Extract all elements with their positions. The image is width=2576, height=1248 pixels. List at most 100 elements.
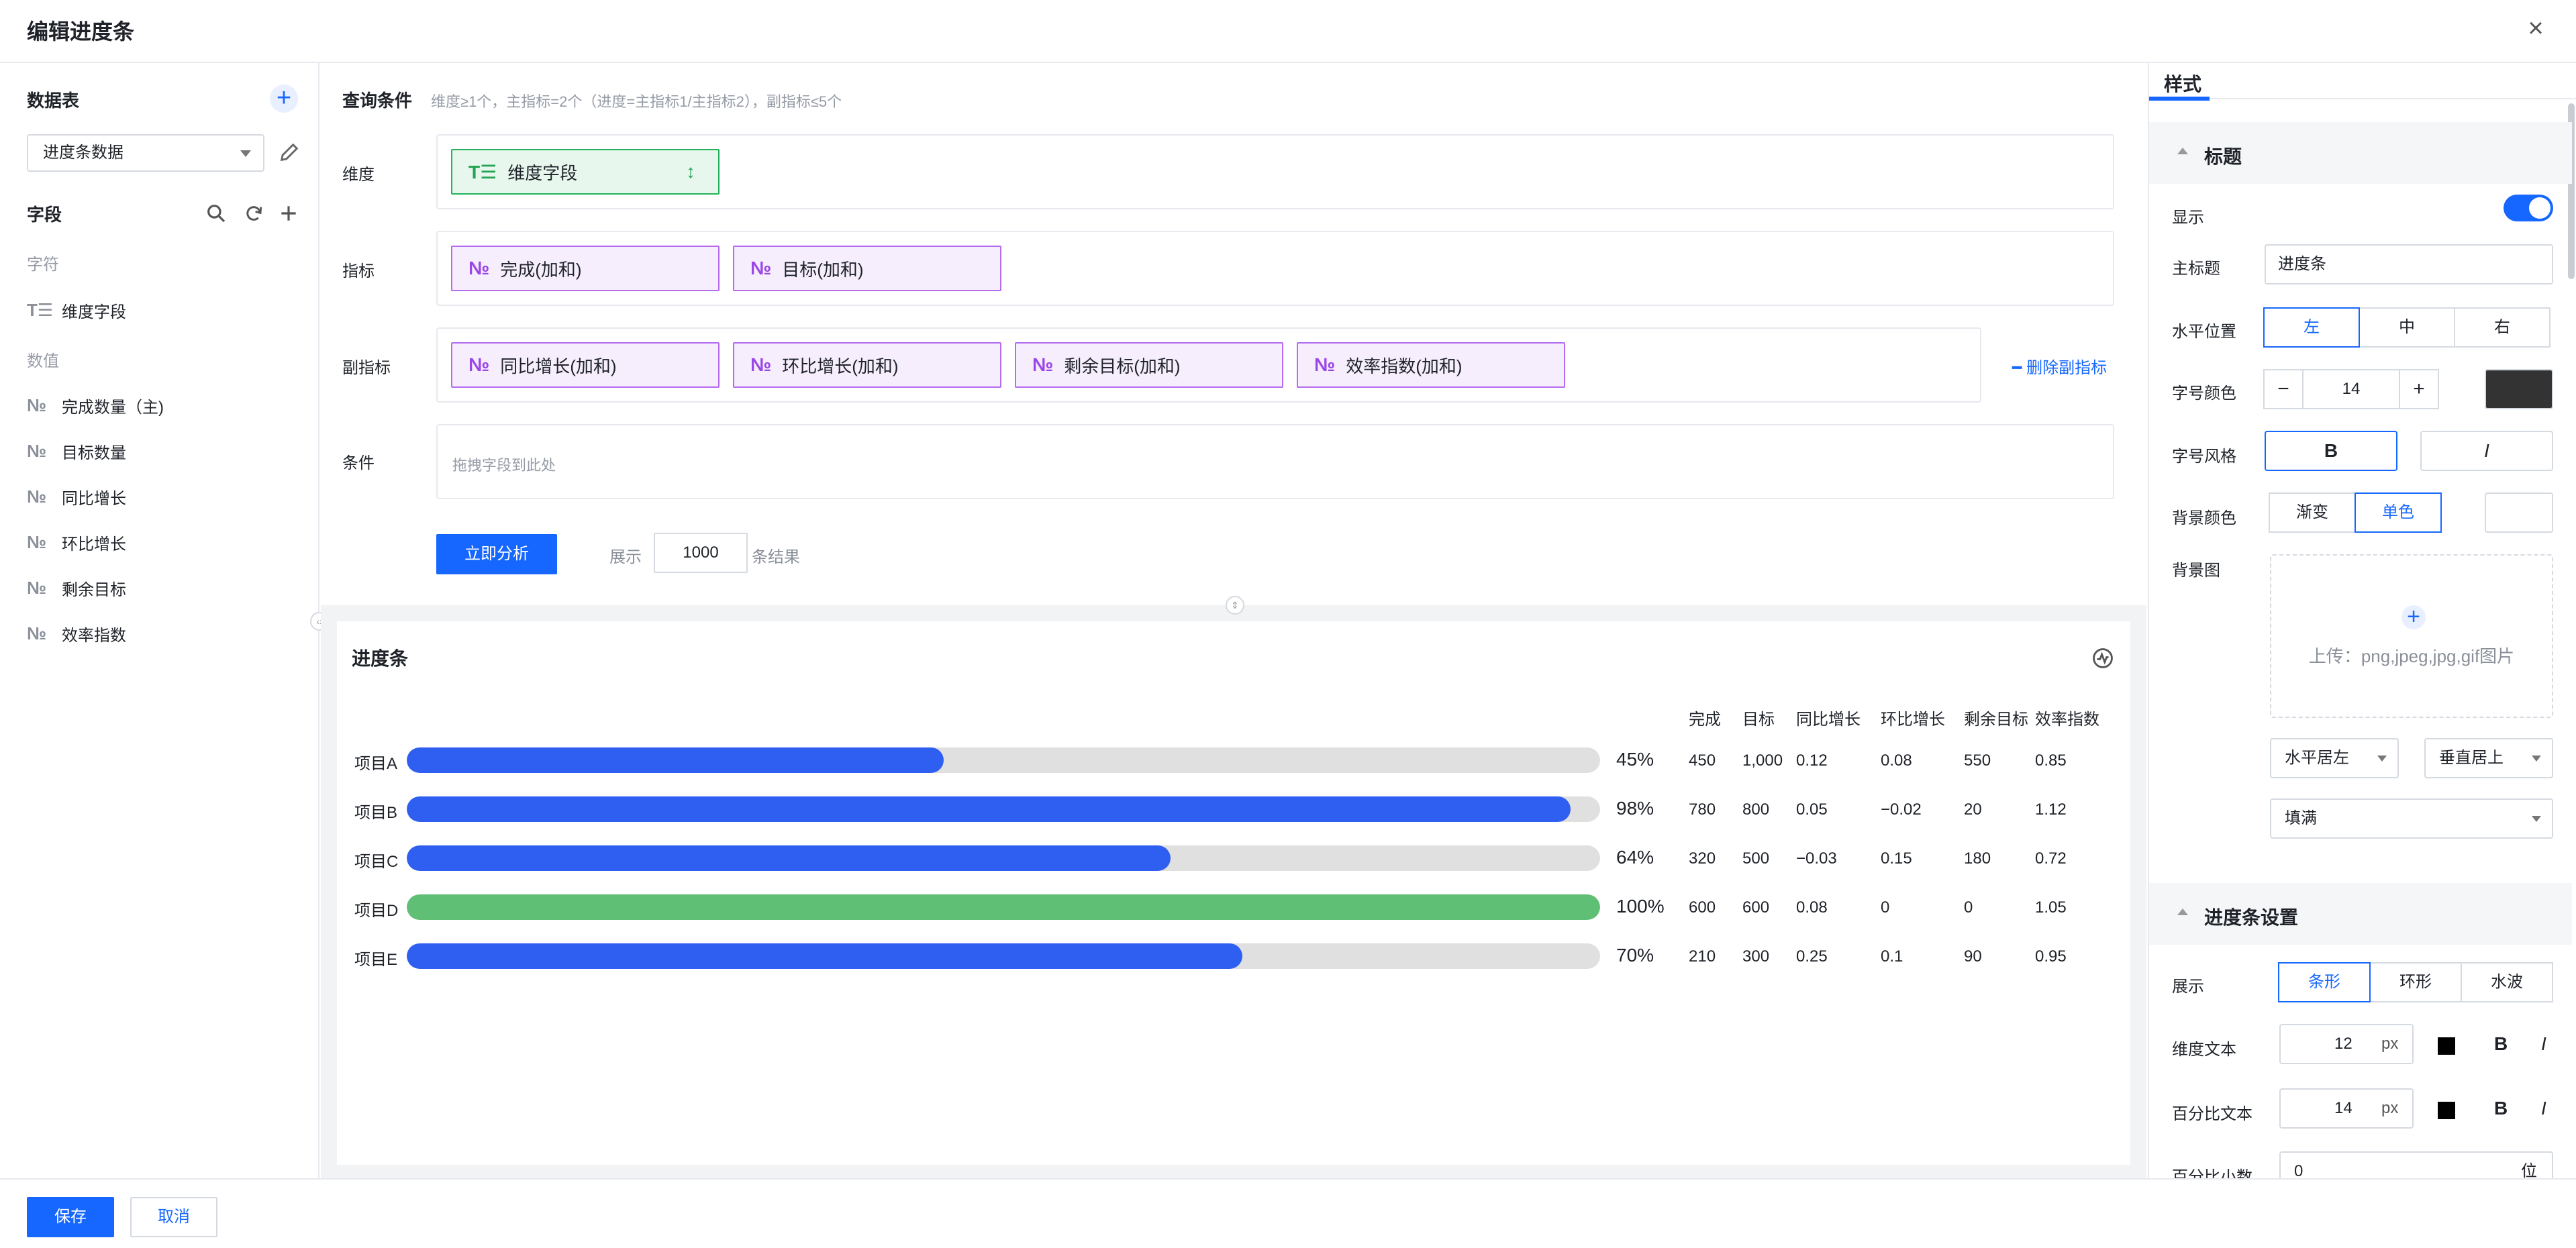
filter-dropzone[interactable]: 拖拽字段到此处: [436, 424, 2114, 499]
table-cell: 20: [1964, 800, 1982, 819]
query-panel: 查询条件 维度≥1个，主指标=2个（进度=主指标1/主指标2），副指标≤5个 维…: [321, 63, 2146, 605]
bg-color-swatch[interactable]: [2485, 492, 2553, 533]
pct-text-size-input[interactable]: 14 px: [2279, 1088, 2414, 1129]
field-item[interactable]: № 剩余目标: [27, 574, 126, 601]
table-cell: 300: [1742, 947, 1770, 966]
close-icon[interactable]: ×: [2522, 15, 2549, 42]
main-title-input[interactable]: 进度条: [2265, 244, 2553, 284]
number-type-icon: №: [750, 258, 772, 278]
align-h-value: 水平居左: [2285, 749, 2349, 767]
cancel-button[interactable]: 取消: [130, 1197, 217, 1237]
align-v-select[interactable]: 垂直居上: [2424, 738, 2553, 778]
add-field-icon[interactable]: [278, 203, 299, 224]
increase-button[interactable]: +: [2399, 369, 2439, 409]
hpos-right-option[interactable]: 右: [2454, 307, 2550, 348]
pct-text-italic-toggle[interactable]: I: [2541, 1098, 2546, 1119]
dialog-header: 编辑进度条 ×: [0, 0, 2576, 63]
dimension-dropzone[interactable]: T☰ 维度字段 ↕: [436, 134, 2114, 209]
italic-toggle[interactable]: I: [2420, 431, 2553, 471]
digit-unit: 位: [2521, 1162, 2537, 1178]
align-h-select[interactable]: 水平居左: [2270, 738, 2399, 778]
field-item[interactable]: T☰ 维度字段: [27, 297, 126, 323]
table-cell: 0.1: [1881, 947, 1903, 966]
edit-icon[interactable]: [278, 141, 301, 164]
table-cell: 90: [1964, 947, 1982, 966]
table-cell: 500: [1742, 849, 1770, 868]
pct-decimal-input[interactable]: 0 位: [2279, 1151, 2553, 1178]
progress-bar: [407, 845, 1171, 871]
table-cell: 0: [1964, 898, 1973, 917]
field-item[interactable]: № 完成数量（主): [27, 392, 164, 419]
save-button[interactable]: 保存: [27, 1197, 114, 1237]
chip-label: 效率指数(加和): [1346, 356, 1463, 376]
dataset-value: 进度条数据: [43, 144, 123, 162]
add-table-button[interactable]: +: [270, 85, 298, 113]
refresh-icon[interactable]: [243, 203, 264, 224]
field-item[interactable]: № 同比增长: [27, 483, 126, 510]
sort-icon[interactable]: ↕: [686, 161, 695, 183]
measure-dropzone[interactable]: № 完成(加和) № 目标(加和): [436, 231, 2114, 306]
decrease-button[interactable]: −: [2263, 369, 2303, 409]
display-bar-option[interactable]: 条形: [2278, 962, 2371, 1002]
table-cell: 1,000: [1742, 751, 1783, 770]
search-icon[interactable]: [205, 203, 227, 224]
group-text: 字符: [27, 256, 59, 274]
hpos-center-option[interactable]: 中: [2359, 307, 2455, 348]
title-section-header[interactable]: 标题: [2149, 122, 2572, 184]
chevron-down-icon: [2532, 756, 2541, 762]
bg-image-upload[interactable]: + 上传：png,jpeg,jpg,gif图片: [2270, 554, 2553, 718]
run-analysis-button[interactable]: 立即分析: [436, 534, 557, 574]
bg-gradient-option[interactable]: 渐变: [2269, 492, 2356, 533]
dim-text-italic-toggle[interactable]: I: [2541, 1033, 2546, 1055]
column-header: 目标: [1742, 711, 1775, 729]
display-wave-option[interactable]: 水波: [2461, 962, 2553, 1002]
result-count-input[interactable]: 1000: [654, 533, 748, 573]
canvas-area: ⇕ 进度条 完成 目标 同比增长 环比增长 剩余目标 效率指数 项目A 45% 450 1,000…: [321, 596, 2146, 1178]
tab-style[interactable]: 样式: [2164, 70, 2201, 97]
fill-mode-select[interactable]: 填满: [2270, 798, 2553, 839]
delete-sub-measure-link[interactable]: ━ 删除副指标: [2012, 354, 2107, 378]
query-title: 查询条件: [342, 91, 413, 111]
bold-toggle[interactable]: B: [2265, 431, 2397, 471]
dim-text-size-value: 12: [2334, 1035, 2352, 1053]
dim-text-bold-toggle[interactable]: B: [2494, 1033, 2508, 1055]
chart-type-icon[interactable]: [2091, 647, 2114, 670]
table-cell: 0.95: [2035, 947, 2067, 966]
chevron-down-icon: [2377, 756, 2387, 762]
progress-section-header[interactable]: 进度条设置: [2149, 883, 2572, 945]
measure-chip[interactable]: № 完成(加和): [451, 246, 720, 291]
field-item[interactable]: № 环比增长: [27, 529, 126, 556]
table-cell: 0.05: [1796, 800, 1828, 819]
table-cell: 780: [1689, 800, 1716, 819]
hpos-left-option[interactable]: 左: [2263, 307, 2360, 348]
dim-text-color-swatch[interactable]: [2438, 1037, 2455, 1055]
font-style-label: 字号风格: [2172, 448, 2236, 466]
dataset-select[interactable]: 进度条数据: [27, 134, 264, 172]
bg-solid-option[interactable]: 单色: [2355, 492, 2442, 533]
query-hint: 维度≥1个，主指标=2个（进度=主指标1/主指标2），副指标≤5个: [431, 93, 842, 110]
field-item[interactable]: № 目标数量: [27, 437, 126, 464]
dim-text-size-input[interactable]: 12 px: [2279, 1024, 2414, 1064]
pct-text-color-swatch[interactable]: [2438, 1102, 2455, 1119]
table-cell: −0.03: [1796, 849, 1837, 868]
show-title-toggle[interactable]: [2504, 195, 2553, 221]
sub-measure-chip[interactable]: № 同比增长(加和): [451, 342, 720, 388]
font-size-input[interactable]: 14: [2302, 369, 2400, 409]
sub-measure-chip[interactable]: № 效率指数(加和): [1297, 342, 1565, 388]
fill-mode-value: 填满: [2285, 809, 2317, 827]
field-item[interactable]: № 效率指数: [27, 620, 126, 647]
table-cell: 600: [1689, 898, 1716, 917]
display-ring-option[interactable]: 环形: [2369, 962, 2462, 1002]
field-label: 目标数量: [62, 444, 126, 462]
resize-handle[interactable]: ⇕: [1226, 596, 1244, 615]
measure-chip[interactable]: № 目标(加和): [733, 246, 1001, 291]
sub-measure-chip[interactable]: № 环比增长(加和): [733, 342, 1001, 388]
dimension-chip[interactable]: T☰ 维度字段 ↕: [451, 149, 720, 195]
chart-title: 进度条: [352, 648, 409, 669]
sub-measure-chip[interactable]: № 剩余目标(加和): [1015, 342, 1283, 388]
chip-label: 维度字段: [507, 162, 578, 183]
row-label: 项目D: [354, 902, 399, 920]
sub-measure-dropzone[interactable]: № 同比增长(加和) № 环比增长(加和) № 剩余目标(加和) № 效率指数(…: [436, 327, 1981, 403]
pct-text-bold-toggle[interactable]: B: [2494, 1098, 2508, 1119]
title-color-swatch[interactable]: [2485, 369, 2553, 409]
